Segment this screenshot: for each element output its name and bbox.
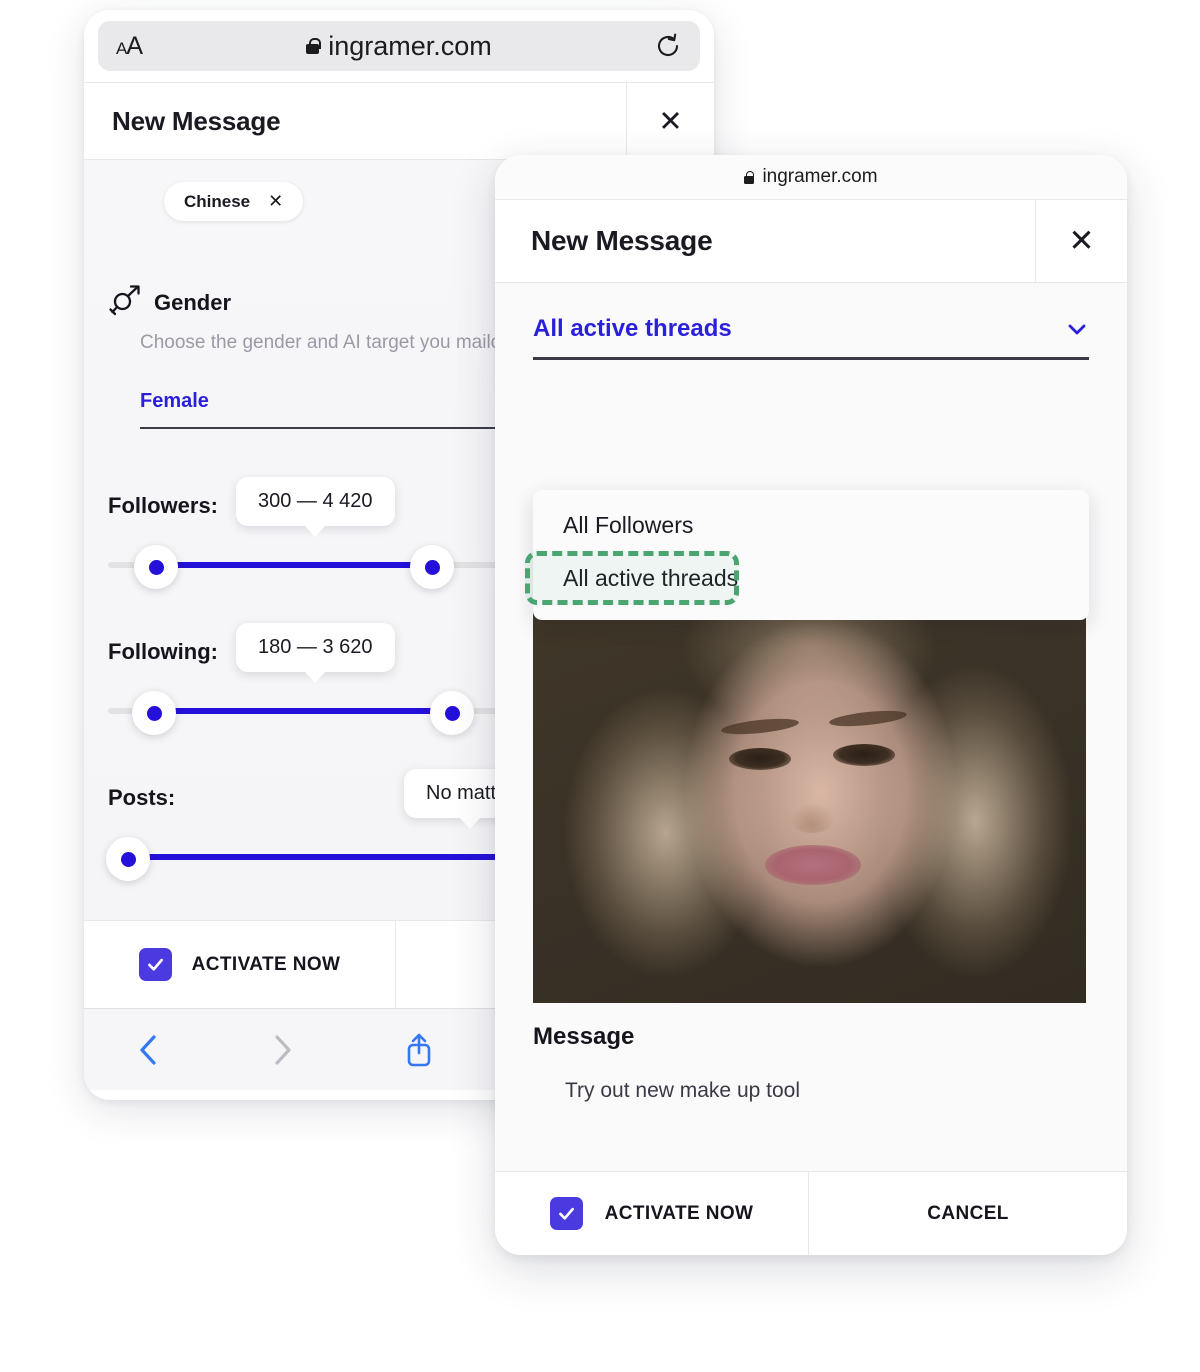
dropdown-option-all-active-threads[interactable]: All active threads: [533, 553, 1089, 604]
activate-now-button[interactable]: ACTIVATE NOW: [495, 1172, 809, 1255]
message-title: Message: [533, 1023, 1089, 1051]
left-url-text-group: ingramer.com: [98, 31, 700, 62]
left-modal-header: New Message ✕: [84, 82, 714, 160]
message-body-text[interactable]: Try out new make up tool: [565, 1079, 1089, 1103]
left-url-pill[interactable]: AA ingramer.com: [98, 21, 700, 71]
left-url-text: ingramer.com: [328, 31, 492, 62]
photo-detail: [789, 803, 835, 833]
share-icon[interactable]: [349, 1031, 489, 1069]
lock-icon: [744, 171, 754, 184]
right-browser-card: ingramer.com New Message ✕ All active th…: [495, 155, 1127, 1255]
slider-thumb-min[interactable]: [134, 545, 178, 589]
gender-title: Gender: [154, 290, 231, 316]
slider-thumb-min[interactable]: [132, 691, 176, 735]
chip-label: Chinese: [184, 192, 250, 212]
right-modal-footer: ACTIVATE NOW CANCEL: [495, 1171, 1127, 1255]
photo-detail: [833, 744, 895, 766]
dropdown-option-all-followers[interactable]: All Followers: [533, 500, 1089, 551]
reload-icon[interactable]: [654, 32, 682, 60]
right-browser-url-bar[interactable]: ingramer.com: [495, 155, 1127, 199]
audience-select[interactable]: All active threads: [533, 283, 1089, 360]
slider-thumb-max[interactable]: [430, 691, 474, 735]
left-modal-title: New Message: [84, 83, 626, 159]
cancel-label: CANCEL: [927, 1203, 1009, 1225]
slider-fill: [156, 562, 432, 568]
photo-detail: [729, 748, 791, 770]
close-icon[interactable]: ✕: [626, 83, 714, 159]
language-chip-chinese[interactable]: Chinese ✕: [164, 182, 303, 221]
chevron-left-icon[interactable]: [84, 1033, 214, 1067]
chevron-down-icon[interactable]: [1065, 317, 1089, 341]
photo-detail: [765, 845, 861, 885]
slider-thumb-max[interactable]: [410, 545, 454, 589]
slider-fill: [154, 708, 452, 714]
lock-icon: [306, 38, 319, 54]
right-modal-title: New Message: [495, 200, 1035, 282]
check-icon[interactable]: [550, 1197, 583, 1230]
photo-detail: [721, 716, 800, 737]
audience-select-value: All active threads: [533, 315, 1065, 343]
right-modal-header: New Message ✕: [495, 199, 1127, 283]
activate-now-label: ACTIVATE NOW: [605, 1203, 754, 1225]
audience-dropdown-list: All Followers All active threads: [533, 490, 1089, 620]
left-browser-url-bar: AA ingramer.com: [84, 10, 714, 82]
message-media-preview: [533, 598, 1086, 1003]
activate-now-label: ACTIVATE NOW: [192, 954, 341, 976]
right-url-text: ingramer.com: [762, 166, 877, 188]
slider-value-bubble: 300 — 4 420: [236, 477, 395, 526]
slider-label: Followers:: [108, 493, 218, 518]
check-icon[interactable]: [139, 948, 172, 981]
chevron-right-icon: [214, 1033, 349, 1067]
slider-value-bubble: 180 — 3 620: [236, 623, 395, 672]
close-icon[interactable]: ✕: [1035, 200, 1127, 282]
gender-icon: [108, 283, 142, 322]
activate-now-button[interactable]: ACTIVATE NOW: [84, 921, 396, 1008]
right-modal-body: All active threads All Followers All act…: [495, 283, 1127, 1189]
slider-thumb-min[interactable]: [106, 837, 150, 881]
slider-label: Following:: [108, 639, 218, 664]
close-icon[interactable]: ✕: [268, 191, 283, 212]
slider-label: Posts:: [108, 785, 175, 810]
photo-detail: [829, 708, 908, 729]
message-section: Message Try out new make up tool: [533, 1023, 1089, 1103]
screenshot-stage: AA ingramer.com New Message ✕: [0, 0, 1200, 1372]
cancel-button[interactable]: CANCEL: [809, 1172, 1127, 1255]
dropdown-option-label: All active threads: [563, 565, 738, 591]
